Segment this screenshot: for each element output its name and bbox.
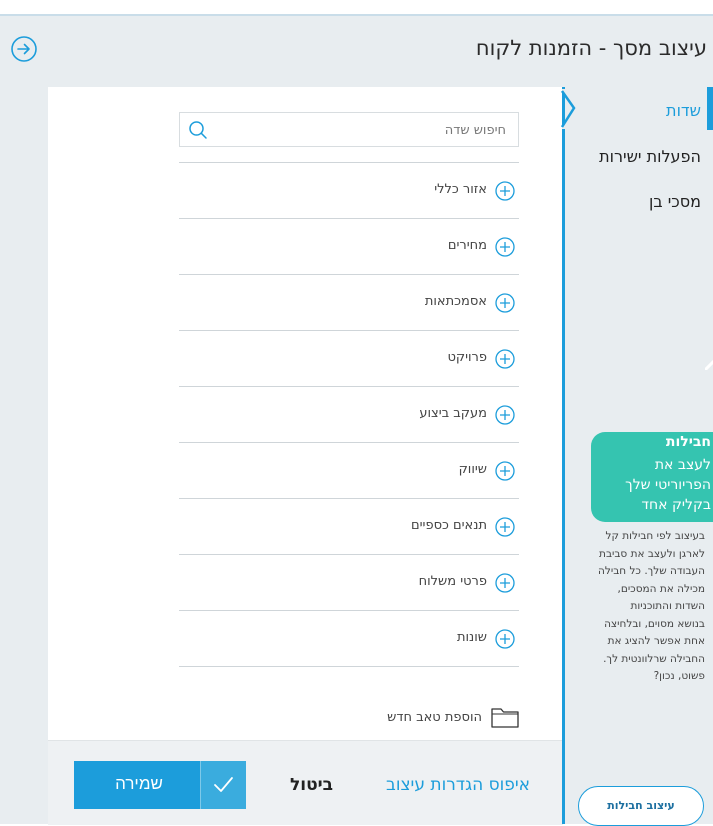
promo-decoration [705, 359, 713, 370]
plus-circle-icon[interactable] [495, 405, 515, 425]
page-title: עיצוב מסך - הזמנות לקוח [475, 36, 707, 60]
promo-description: בעיצוב לפי חבילות קל לארגן ולעצב את סביב… [590, 528, 705, 686]
plus-circle-icon[interactable] [495, 461, 515, 481]
page-header: עיצוב מסך - הזמנות לקוח [0, 16, 713, 82]
plus-circle-icon[interactable] [495, 237, 515, 257]
field-group-row[interactable]: שונות [179, 610, 519, 667]
promo-description-line: השדות והתוכניות [630, 600, 705, 612]
panel-divider [562, 87, 565, 824]
field-group-label: תנאים כספיים [411, 518, 487, 533]
plus-circle-icon[interactable] [495, 517, 515, 537]
tab-direct-actions[interactable]: הפעלות ישירות [599, 147, 701, 166]
folder-icon [491, 708, 519, 728]
add-new-tab-button[interactable]: הוספת טאב חדש [370, 705, 520, 731]
plus-circle-icon[interactable] [495, 349, 515, 369]
field-group-label: אסמכתאות [424, 294, 487, 309]
field-group-row[interactable]: מחירים [179, 218, 519, 274]
field-group-row[interactable]: פרויקט [179, 330, 519, 386]
field-group-row[interactable]: אזור כללי [179, 162, 519, 218]
top-strip [0, 0, 713, 16]
field-group-label: פרויקט [447, 350, 487, 365]
save-check-area [200, 761, 246, 809]
arrow-right-circle-icon[interactable] [10, 35, 38, 63]
plus-circle-icon[interactable] [495, 181, 515, 201]
promo-description-line: אחת אפשר להציג את [607, 635, 705, 647]
field-group-row[interactable]: תנאים כספיים [179, 498, 519, 554]
active-tab-notch [560, 89, 584, 129]
promo-subtitle: לעצב את הפריוריטי שלך בקליק אחד [591, 455, 711, 515]
add-new-tab-label: הוספת טאב חדש [387, 710, 482, 725]
promo-description-line: מכילה את המסכים, [617, 582, 705, 595]
active-tab-indicator [707, 87, 713, 130]
field-groups-list: אזור כללי מחירים אסמכתאות פרויקט מעקב בי… [179, 162, 519, 667]
field-group-row[interactable]: שיווק [179, 442, 519, 498]
plus-circle-icon[interactable] [495, 293, 515, 313]
search-input[interactable] [214, 113, 508, 148]
promo-subtitle-line: לעצב את [654, 457, 711, 473]
plus-circle-icon[interactable] [495, 573, 515, 593]
tab-sub-screens[interactable]: מסכי בן [649, 192, 701, 211]
search-icon[interactable] [188, 120, 208, 140]
promo-description-line: העבודה שלך. כל חבילה [598, 565, 705, 577]
cancel-button[interactable]: ביטול [290, 775, 333, 795]
plus-circle-icon[interactable] [495, 629, 515, 649]
field-group-row[interactable]: מעקב ביצוע [179, 386, 519, 442]
field-search[interactable] [179, 112, 519, 148]
field-group-label: שיווק [458, 462, 487, 477]
checkmark-icon [214, 777, 233, 792]
reset-design-button[interactable]: איפוס הגדרות עיצוב [386, 775, 530, 795]
design-packages-button[interactable]: עיצוב חבילות [578, 786, 704, 826]
promo-description-line: פשוט, נכון? [653, 670, 705, 682]
promo-subtitle-line: הפריוריטי שלך [625, 477, 711, 493]
field-group-label: אזור כללי [434, 182, 487, 197]
promo-subtitle-line: בקליק אחד [641, 497, 711, 513]
field-group-label: פרטי משלוח [418, 574, 487, 589]
field-group-row[interactable]: אסמכתאות [179, 274, 519, 330]
promo-title: חבילות [665, 434, 711, 450]
tab-fields[interactable]: שדות [666, 101, 701, 120]
promo-description-line: החבילה שרלוונטית לך. [603, 652, 705, 665]
save-button[interactable]: שמירה [74, 761, 246, 809]
field-group-label: מחירים [447, 238, 487, 253]
field-group-label: מעקב ביצוע [419, 406, 487, 421]
promo-description-line: לארגן ולעצב את סביבת [599, 547, 705, 560]
field-group-row[interactable]: פרטי משלוח [179, 554, 519, 610]
field-group-label: שונות [456, 630, 487, 645]
save-label: שמירה [115, 774, 163, 793]
promo-description-line: בנושא מסוים, ובלחיצה [604, 617, 705, 630]
promo-description-line: בעיצוב לפי חבילות קל [605, 530, 705, 542]
